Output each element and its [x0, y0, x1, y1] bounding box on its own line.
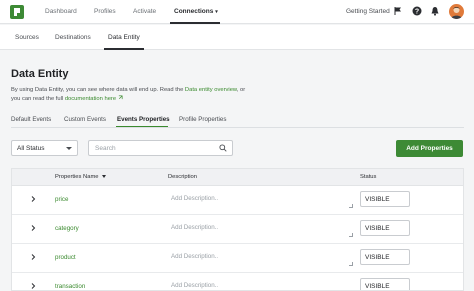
page-title: Data Entity	[11, 68, 69, 80]
status-field[interactable]: VISIBLE	[360, 191, 410, 207]
table-row: category Add Description.. VISIBLE	[12, 215, 463, 244]
subnav-destinations[interactable]: Destinations	[55, 34, 91, 41]
properties-table: Properties Name Description Status price…	[11, 168, 464, 291]
resize-handle-icon[interactable]	[349, 233, 353, 237]
external-link-icon	[118, 95, 123, 100]
chevron-right-icon[interactable]	[29, 282, 37, 290]
search-input[interactable]: Search	[88, 140, 233, 156]
description-placeholder: Add Description..	[171, 195, 219, 202]
nav-connections[interactable]: Connections ▾	[174, 8, 218, 15]
top-navigation-bar: Dashboard Profiles Activate Connections …	[0, 0, 474, 24]
subnav-data-entity[interactable]: Data Entity	[108, 34, 140, 41]
search-icon[interactable]	[219, 144, 227, 152]
intro-text-part1: By using Data Entity, you can see where …	[11, 87, 185, 93]
column-header-properties-name[interactable]: Properties Name	[55, 174, 106, 180]
sub-navigation-bar: Sources Destinations Data Entity	[0, 25, 474, 50]
chevron-down-icon: ▾	[215, 9, 218, 15]
nav-dashboard[interactable]: Dashboard	[45, 8, 77, 15]
table-row: transaction Add Description.. VISIBLE	[12, 273, 463, 290]
help-icon[interactable]: ?	[412, 6, 422, 16]
nav-profiles[interactable]: Profiles	[94, 8, 116, 15]
intro-text: By using Data Entity, you can see where …	[11, 86, 251, 104]
avatar-image	[451, 7, 462, 19]
description-placeholder: Add Description..	[171, 282, 219, 289]
add-properties-button[interactable]: Add Properties	[396, 140, 463, 157]
description-placeholder: Add Description..	[171, 224, 219, 231]
search-placeholder: Search	[95, 145, 116, 152]
nav-active-indicator	[170, 22, 220, 24]
getting-started-link[interactable]: Getting Started	[346, 8, 390, 15]
chevron-right-icon[interactable]	[29, 253, 37, 261]
tab-divider	[11, 127, 464, 128]
table-header: Properties Name Description Status	[12, 169, 463, 186]
chevron-right-icon[interactable]	[29, 224, 37, 232]
data-entity-overview-link[interactable]: Data entity overview	[185, 87, 237, 93]
subnav-sources[interactable]: Sources	[15, 34, 39, 41]
description-field[interactable]: Add Description..	[168, 220, 354, 238]
property-name[interactable]: transaction	[55, 283, 85, 290]
column-header-status: Status	[360, 174, 377, 180]
column-header-description: Description	[168, 174, 197, 180]
description-placeholder: Add Description..	[171, 253, 219, 260]
subnav-active-indicator	[104, 48, 144, 50]
app-logo-icon[interactable]	[10, 5, 24, 19]
property-name[interactable]: category	[55, 225, 79, 232]
nav-connections-label: Connections	[174, 8, 214, 15]
user-avatar[interactable]	[449, 4, 464, 19]
caret-down-icon	[66, 147, 72, 150]
tab-profile-properties[interactable]: Profile Properties	[179, 116, 226, 123]
description-field[interactable]: Add Description..	[168, 278, 354, 290]
status-field[interactable]: VISIBLE	[360, 220, 410, 236]
resize-handle-icon[interactable]	[349, 204, 353, 208]
chevron-right-icon[interactable]	[29, 195, 37, 203]
tab-events-properties[interactable]: Events Properties	[117, 116, 170, 123]
column-header-properties-name-label: Properties Name	[55, 174, 99, 180]
nav-activate[interactable]: Activate	[133, 8, 156, 15]
status-field[interactable]: VISIBLE	[360, 278, 410, 290]
table-row: product Add Description.. VISIBLE	[12, 244, 463, 273]
sort-caret-icon	[101, 174, 106, 178]
status-field[interactable]: VISIBLE	[360, 249, 410, 265]
svg-text:?: ?	[415, 9, 419, 16]
description-field[interactable]: Add Description..	[168, 191, 354, 209]
status-filter-select[interactable]: All Status	[11, 140, 78, 156]
description-field[interactable]: Add Description..	[168, 249, 354, 267]
documentation-link[interactable]: documentation here	[65, 96, 116, 102]
bell-icon[interactable]	[430, 6, 440, 16]
property-name[interactable]: product	[55, 254, 76, 261]
property-name[interactable]: price	[55, 196, 68, 203]
table-row: price Add Description.. VISIBLE	[12, 186, 463, 215]
tab-custom-events[interactable]: Custom Events	[64, 116, 106, 123]
tab-default-events[interactable]: Default Events	[11, 116, 51, 123]
status-filter-value: All Status	[17, 145, 45, 152]
flag-icon[interactable]	[393, 6, 403, 16]
resize-handle-icon[interactable]	[349, 262, 353, 266]
